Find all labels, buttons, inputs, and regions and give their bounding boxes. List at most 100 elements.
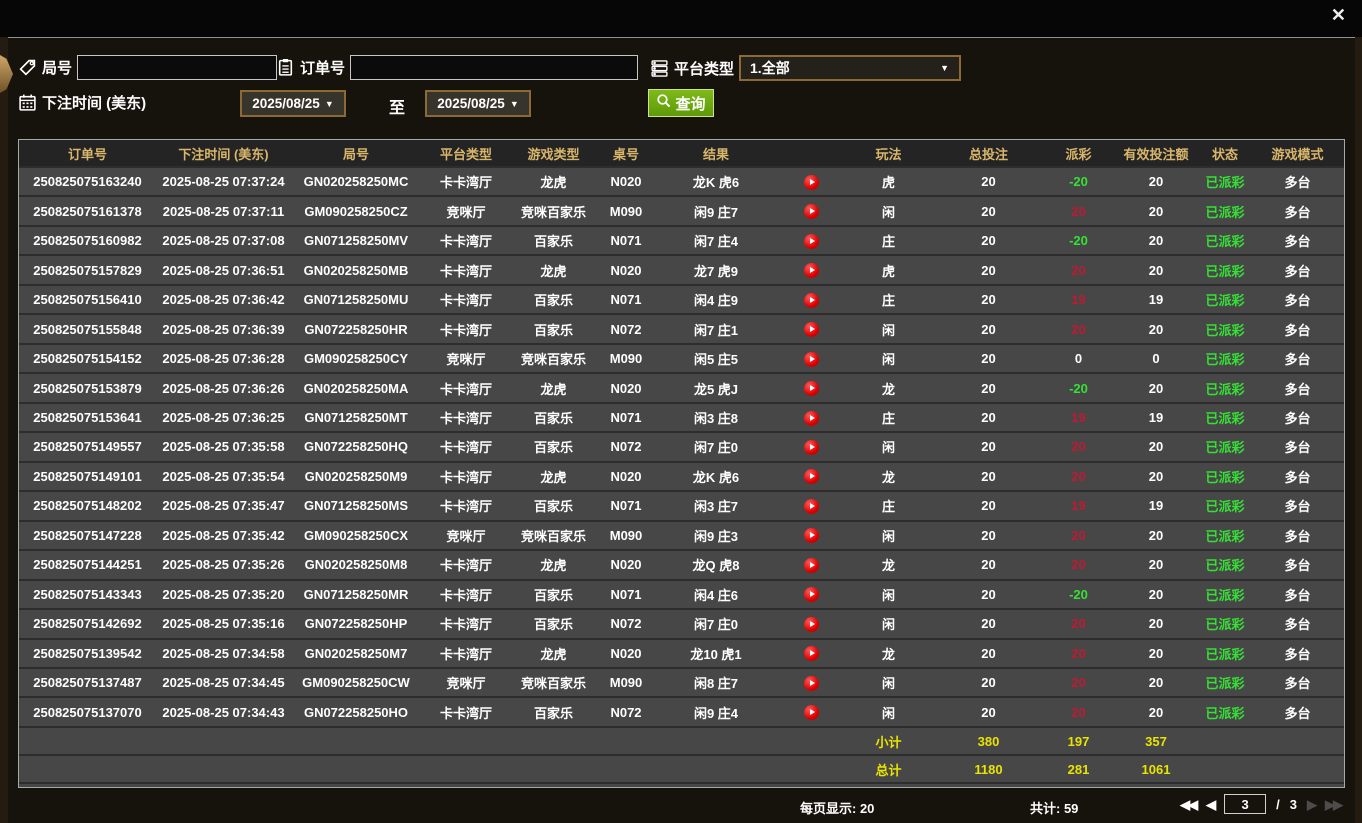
- cell-payout: 20: [1046, 460, 1111, 492]
- replay-play-icon[interactable]: [803, 174, 819, 190]
- cell-platform: 竞咪厅: [421, 195, 511, 226]
- cell-status: 已派彩: [1201, 283, 1249, 315]
- cell-bet-time: 2025-08-25 07:34:45: [156, 666, 291, 698]
- replay-play-icon[interactable]: [803, 469, 819, 485]
- bet-time-label: 下注时间 (美东): [42, 95, 147, 112]
- cell-game-type: 百家乐: [511, 578, 596, 610]
- platform-type-select[interactable]: 1.全部 ▼: [739, 55, 962, 81]
- cell-play-type: 庄: [846, 224, 931, 256]
- replay-play-icon[interactable]: [803, 410, 819, 426]
- cell-total-bet: 20: [931, 490, 1046, 521]
- close-icon[interactable]: ✕: [1331, 6, 1346, 24]
- cell-valid-bet: 19: [1111, 283, 1201, 315]
- replay-play-icon[interactable]: [803, 233, 819, 249]
- cell-table-no: N020: [596, 549, 656, 580]
- date-to-dropdown[interactable]: 2025/08/25 ▼: [425, 90, 531, 117]
- cell-platform: 卡卡湾厅: [421, 224, 511, 256]
- cell-game-type: 龙虎: [511, 372, 596, 403]
- cell-total-bet: 20: [931, 254, 1046, 285]
- cell-order-no: 250825075137487: [19, 666, 156, 698]
- cell-order-no: 250825075149101: [19, 460, 156, 492]
- cell-valid-bet: 20: [1111, 519, 1201, 551]
- replay-play-icon[interactable]: [803, 351, 819, 367]
- date-from-dropdown[interactable]: 2025/08/25 ▼: [240, 90, 346, 117]
- cell-game-type: 百家乐: [511, 431, 596, 462]
- cell-replay: [776, 490, 846, 521]
- cell-game-no: GM090258250CX: [291, 519, 421, 551]
- cell-platform: 卡卡湾厅: [421, 578, 511, 610]
- replay-play-icon[interactable]: [803, 528, 819, 544]
- page-separator: /: [1276, 796, 1280, 812]
- cell-order-no: 250825075156410: [19, 283, 156, 315]
- pagination: ◀◀ ◀ / 3 ▶ ▶▶: [1180, 794, 1343, 814]
- cell-payout: 20: [1046, 254, 1111, 285]
- search-button[interactable]: 查询: [648, 89, 714, 117]
- cell-valid-bet: 20: [1111, 549, 1201, 580]
- replay-play-icon[interactable]: [803, 322, 819, 338]
- replay-play-icon[interactable]: [803, 705, 819, 721]
- previous-page-icon[interactable]: ◀: [1206, 798, 1216, 811]
- order-no-input[interactable]: [350, 55, 639, 80]
- replay-play-icon[interactable]: [803, 263, 819, 279]
- cell-platform: 卡卡湾厅: [421, 165, 511, 197]
- search-icon: [656, 93, 672, 113]
- replay-play-icon[interactable]: [803, 675, 819, 691]
- cell-platform: 卡卡湾厅: [421, 460, 511, 492]
- cell-payout: 19: [1046, 401, 1111, 433]
- cell-bet-time: 2025-08-25 07:35:16: [156, 608, 291, 639]
- cell-status: 已派彩: [1201, 549, 1249, 580]
- cell-bet-time: 2025-08-25 07:37:24: [156, 165, 291, 197]
- cell-order-no: 250825075157829: [19, 254, 156, 285]
- cell-valid-bet: 20: [1111, 431, 1201, 462]
- replay-play-icon[interactable]: [803, 646, 819, 662]
- cell-status: 已派彩: [1201, 313, 1249, 344]
- replay-play-icon[interactable]: [803, 439, 819, 455]
- replay-play-icon[interactable]: [803, 292, 819, 308]
- cell-replay: [776, 637, 846, 668]
- game-no-filter-group: 局号: [18, 55, 278, 80]
- cell-replay: [776, 549, 846, 580]
- cell-result: 闲7 庄4: [656, 224, 776, 256]
- table-header-row: 订单号 下注时间 (美东) 局号 平台类型 游戏类型 桌号 结果 玩法 总投注 派彩 有效投注额 状态…: [19, 140, 1344, 167]
- cell-game-mode: 多台: [1249, 401, 1344, 433]
- cell-payout: 20: [1046, 637, 1111, 668]
- cell-game-mode: 多台: [1249, 372, 1344, 403]
- cell-total-bet: 20: [931, 401, 1046, 433]
- cell-table-no: N072: [596, 313, 656, 344]
- first-page-icon[interactable]: ◀◀: [1180, 798, 1198, 811]
- cell-replay: [776, 401, 846, 433]
- column-header-game_type: 游戏类型: [511, 140, 596, 167]
- cell-status: 已派彩: [1201, 431, 1249, 462]
- cell-total-bet: 20: [931, 519, 1046, 551]
- table-row: 250825075149101 2025-08-25 07:35:54 GN02…: [19, 460, 1344, 492]
- replay-play-icon[interactable]: [803, 204, 819, 220]
- cell-replay: [776, 195, 846, 226]
- cell-bet-time: 2025-08-25 07:35:47: [156, 490, 291, 521]
- table-row: 250825075139542 2025-08-25 07:34:58 GN02…: [19, 637, 1344, 668]
- replay-play-icon[interactable]: [803, 381, 819, 397]
- cell-payout: -20: [1046, 372, 1111, 403]
- replay-play-icon[interactable]: [803, 587, 819, 603]
- replay-play-icon[interactable]: [803, 557, 819, 573]
- cell-table-no: M090: [596, 666, 656, 698]
- replay-play-icon[interactable]: [803, 616, 819, 632]
- cell-total-bet: 20: [931, 608, 1046, 639]
- cell-payout: -20: [1046, 224, 1111, 256]
- cell-status: 已派彩: [1201, 696, 1249, 727]
- cell-table-no: N020: [596, 372, 656, 403]
- cell-total-bet: 20: [931, 460, 1046, 492]
- cell-game-mode: 多台: [1249, 431, 1344, 462]
- cell-valid-bet: 19: [1111, 401, 1201, 433]
- cell-total-bet: 20: [931, 224, 1046, 256]
- cell-bet-time: 2025-08-25 07:35:42: [156, 519, 291, 551]
- cell-payout: 20: [1046, 608, 1111, 639]
- cell-valid-bet: 20: [1111, 165, 1201, 197]
- page-number-input[interactable]: [1224, 794, 1267, 814]
- replay-play-icon[interactable]: [803, 498, 819, 514]
- cell-order-no: 250825075163240: [19, 165, 156, 197]
- cell-game-no: GN072258250HQ: [291, 431, 421, 462]
- game-no-input[interactable]: [77, 55, 278, 80]
- cell-payout: 20: [1046, 195, 1111, 226]
- cell-result: 闲9 庄4: [656, 696, 776, 727]
- cell-table-no: N020: [596, 254, 656, 285]
